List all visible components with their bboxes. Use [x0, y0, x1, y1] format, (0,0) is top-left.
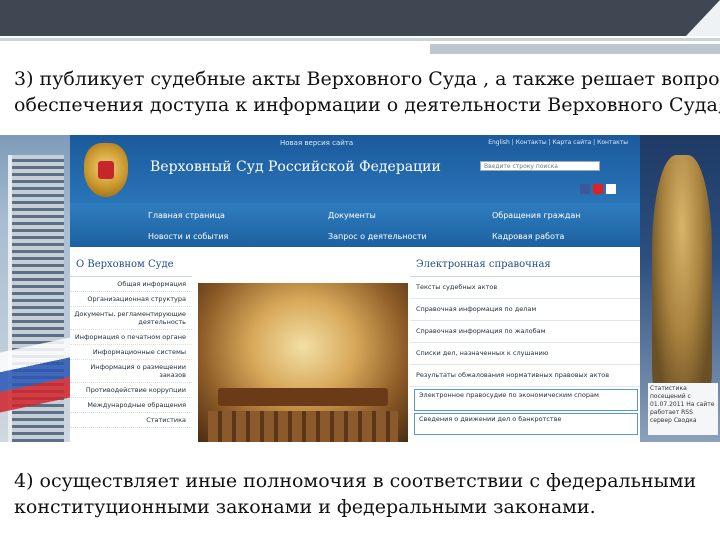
court-building-photo: [0, 135, 70, 442]
e-reference-menu: Электронная справочная Тексты судебных а…: [410, 253, 642, 442]
menu-item-structure[interactable]: Организационная структура: [70, 292, 192, 307]
nav-personnel[interactable]: Кадровая работа: [492, 232, 564, 241]
flickr-icon[interactable]: [606, 184, 616, 194]
menu-item-info-systems[interactable]: Информационные системы: [70, 345, 192, 360]
supreme-court-site: Новая версия сайта English | Контакты | …: [70, 135, 642, 442]
slide-item-3-line-1: 3) публикует судебные акты Верховного Су…: [14, 68, 720, 90]
ref-item-complaints[interactable]: Справочная информация по жалобам: [410, 321, 642, 343]
slide-corner-decoration: [686, 0, 720, 36]
menu-item-anticorruption[interactable]: Противодействие коррупции: [70, 383, 192, 398]
slide-top-bar: [0, 0, 720, 36]
site-title[interactable]: Верховный Суд Российской Федерации: [150, 159, 441, 175]
search-input[interactable]: Введите строку поиска: [480, 161, 600, 171]
ref-item-e-justice[interactable]: Электронное правосудие по экономическим …: [414, 389, 638, 411]
courtroom-seats: [208, 411, 398, 442]
slide-accent-bar: [430, 44, 720, 54]
slide-item-4-line-1: 4) осуществляет иные полномочия в соотве…: [14, 470, 697, 492]
menu-item-regulations[interactable]: Документы, регламентирующие деятельность: [70, 307, 192, 330]
menu-item-statistics[interactable]: Статистика: [70, 413, 192, 428]
menu-item-orders[interactable]: Информация о размещении заказов: [70, 360, 192, 383]
about-court-menu: О Верховном Суде Общая информация Органи…: [70, 253, 192, 442]
slide-item-3: 3) публикует судебные акты Верховного Су…: [14, 66, 720, 118]
about-court-heading: О Верховном Суде: [70, 253, 192, 277]
main-nav: Главная страница Документы Обращения гра…: [70, 203, 640, 247]
slide-item-3-line-2: обеспечения доступа к информации о деяте…: [14, 94, 720, 116]
coat-of-arms-icon: [84, 143, 128, 197]
courtroom-photo: [198, 283, 408, 442]
menu-item-intl-appeals[interactable]: Международные обращения: [70, 398, 192, 413]
ref-item-cases[interactable]: Справочная информация по делам: [410, 299, 642, 321]
statue-figure: [652, 155, 712, 395]
nav-documents[interactable]: Документы: [328, 211, 376, 220]
youtube-icon[interactable]: [593, 184, 603, 194]
nav-citizen-appeals[interactable]: Обращения граждан: [492, 211, 581, 220]
slide-item-4: 4) осуществляет иные полномочия в соотве…: [14, 468, 720, 520]
nav-activity-request[interactable]: Запрос о деятельности: [328, 232, 427, 241]
top-links[interactable]: English | Контакты | Карта сайта | Конта…: [488, 139, 628, 146]
site-header: Новая версия сайта English | Контакты | …: [70, 135, 640, 203]
slide-item-4-line-2: конституционными законами и федеральными…: [14, 496, 596, 518]
nav-news[interactable]: Новости и события: [148, 232, 228, 241]
ref-item-hearing-lists[interactable]: Списки дел, назначенных к слушанию: [410, 343, 642, 365]
nav-home[interactable]: Главная страница: [148, 211, 225, 220]
ref-item-normative-appeals[interactable]: Результаты обжалования нормативных право…: [410, 365, 642, 387]
menu-item-general-info[interactable]: Общая информация: [70, 277, 192, 292]
new-version-link[interactable]: Новая версия сайта: [280, 139, 353, 147]
social-icons: [580, 179, 619, 198]
facebook-icon[interactable]: [580, 184, 590, 194]
ref-item-court-acts[interactable]: Тексты судебных актов: [410, 277, 642, 299]
e-reference-heading: Электронная справочная: [410, 253, 642, 277]
slide-divider: [0, 38, 720, 41]
judges-bench: [218, 388, 388, 406]
ref-item-bankruptcy[interactable]: Сведения о движении дел о банкротстве: [414, 413, 638, 435]
stats-box: Статистика посещений с 01.07.2011 На сай…: [648, 383, 718, 435]
themis-statue-photo: Статистика посещений с 01.07.2011 На сай…: [640, 135, 720, 442]
menu-item-printed-organ[interactable]: Информация о печатном органе: [70, 330, 192, 345]
website-screenshot: Новая версия сайта English | Контакты | …: [0, 135, 720, 442]
